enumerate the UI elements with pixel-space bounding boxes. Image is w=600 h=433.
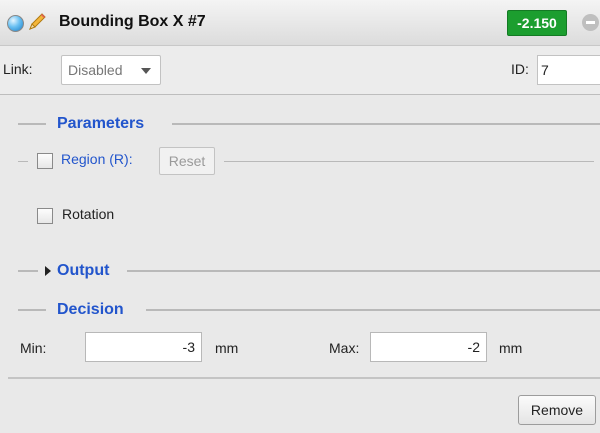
link-select[interactable]: Disabled (61, 55, 161, 85)
status-dot-icon[interactable] (7, 15, 24, 32)
region-label: Region (R): (61, 151, 133, 167)
title-bar: Bounding Box X #7 -2.150 (0, 0, 600, 46)
pencil-icon[interactable] (27, 12, 47, 32)
score-badge: -2.150 (507, 10, 567, 36)
id-input[interactable]: 7 (537, 55, 600, 85)
section-rule (127, 270, 600, 272)
chevron-down-icon (141, 68, 151, 74)
footer-divider (8, 377, 600, 379)
output-section-header[interactable]: Output (0, 261, 600, 281)
link-row: Link: Disabled ID: 7 (0, 46, 600, 95)
id-label: ID: (511, 61, 529, 77)
parameters-header: Parameters (57, 115, 145, 132)
rotation-label: Rotation (62, 206, 115, 222)
expand-triangle-icon[interactable] (45, 266, 51, 276)
panel-title: Bounding Box X #7 (59, 13, 206, 30)
remove-button[interactable]: Remove (518, 395, 596, 425)
link-label: Link: (3, 61, 33, 77)
region-rule (224, 161, 594, 162)
section-rule-lead (18, 309, 46, 311)
min-input[interactable]: -3 (85, 332, 202, 362)
section-rule-lead (18, 270, 38, 272)
max-label: Max: (329, 340, 360, 356)
collapse-minus-icon[interactable] (582, 14, 599, 31)
min-unit: mm (215, 340, 239, 356)
max-input[interactable]: -2 (370, 332, 487, 362)
min-label: Min: (20, 340, 47, 356)
link-select-value: Disabled (68, 62, 123, 78)
output-header[interactable]: Output (57, 262, 109, 280)
decision-section-header: Decision (0, 300, 600, 320)
region-rule-lead (18, 161, 28, 162)
rotation-checkbox[interactable] (37, 208, 53, 224)
section-rule-lead (18, 123, 46, 125)
decision-header: Decision (57, 301, 124, 318)
section-rule (172, 123, 600, 125)
max-unit: mm (499, 340, 523, 356)
section-rule (146, 309, 600, 311)
reset-button[interactable]: Reset (159, 147, 215, 175)
region-checkbox[interactable] (37, 153, 53, 169)
parameters-section-header: Parameters (0, 114, 600, 134)
